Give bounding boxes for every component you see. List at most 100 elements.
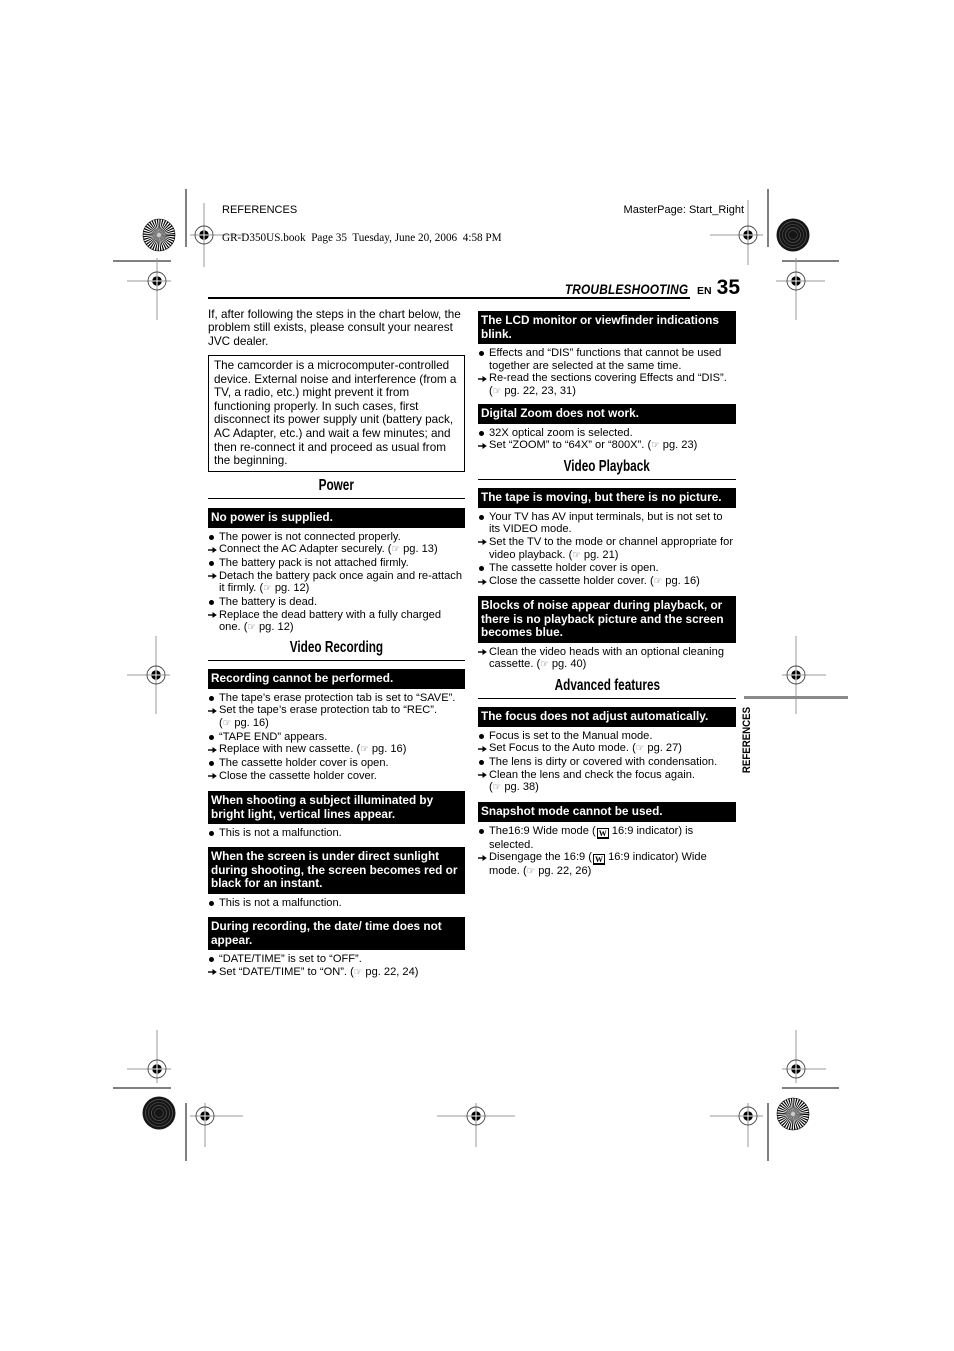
pointing-hand-icon: ☞ <box>492 386 502 398</box>
remedy-item: Connect the AC Adapter securely. ☞ pg. 1… <box>208 543 465 557</box>
section-heading-text: Advanced features <box>554 677 660 694</box>
page-reference[interactable]: ☞ pg. 16 <box>357 743 407 755</box>
pointing-hand-icon: ☞ <box>353 966 363 978</box>
header-master-page: MasterPage: Start_Right <box>623 204 744 216</box>
side-tab-label[interactable]: REFERENCES <box>741 707 753 773</box>
page-reference[interactable]: ☞ pg. 40 <box>537 658 587 670</box>
crosshair-target-icon <box>738 225 758 245</box>
page-reference-text[interactable]: pg. 13 <box>403 543 434 555</box>
page-reference-text[interactable]: pg. 12 <box>275 582 306 594</box>
solution-list: Focus is set to the Manual mode. Set Foc… <box>478 730 736 796</box>
solution-list: 32X optical zoom is selected. Set “ZOOM”… <box>478 427 736 453</box>
remedy-item: Clean the video heads with an optional c… <box>478 646 736 672</box>
bullet-icon <box>479 514 484 520</box>
remedy-text: Detach the battery pack once again and r… <box>219 569 462 595</box>
bullet-icon <box>209 600 214 606</box>
page-reference-text[interactable]: pg. 16 <box>234 717 265 729</box>
cause-text: The battery pack is not attached firmly. <box>219 556 409 569</box>
page-reference[interactable]: ☞ pg. 13 <box>388 543 438 555</box>
problem-title: No power is supplied. <box>208 508 465 528</box>
notice-box: The camcorder is a microcomputer-control… <box>208 355 465 472</box>
crosshair-target-icon <box>786 271 806 291</box>
page-reference[interactable]: ☞ pg. 21 <box>569 549 619 561</box>
page-reference-text[interactable]: pg. 38 <box>504 781 535 793</box>
remedy-item: Set Focus to the Auto mode. ☞ pg. 27 <box>478 742 736 756</box>
arrow-icon <box>478 578 487 586</box>
solution-list: This is not a malfunction. <box>208 827 465 840</box>
remedy-text: Clean the lens and check the focus again… <box>489 768 695 781</box>
section-heading-power: Power <box>208 476 465 499</box>
cause-text: Focus is set to the Manual mode. <box>489 729 653 742</box>
cause-item: The battery pack is not attached firmly. <box>208 557 465 570</box>
cause-text: This is not a malfunction. <box>219 827 342 839</box>
page-reference-text[interactable]: pg. 40 <box>552 658 583 670</box>
problem-vertical-lines: When shooting a subject illuminated by b… <box>208 791 465 840</box>
print-registration-marks <box>113 189 839 1161</box>
bullet-icon <box>479 430 484 436</box>
page-reference-text[interactable]: pg. 22, 23, 31 <box>504 385 572 397</box>
bullet-icon <box>209 900 214 906</box>
page-reference[interactable]: ☞ pg. 16 <box>219 717 269 729</box>
page-reference-text[interactable]: pg. 23 <box>663 439 694 451</box>
pointing-hand-icon: ☞ <box>526 866 536 878</box>
cause-text: The power is not connected properly. <box>219 530 401 543</box>
crosshair-target-icon <box>786 665 806 685</box>
page-reference-text[interactable]: pg. 21 <box>584 549 615 561</box>
pointing-hand-icon: ☞ <box>360 744 369 756</box>
problem-title: The focus does not adjust automatically. <box>478 707 736 727</box>
starburst-target-icon <box>143 219 175 251</box>
page-reference[interactable]: ☞ pg. 22, 23, 31 <box>489 385 576 397</box>
page-reference[interactable]: ☞ pg. 23 <box>647 439 697 451</box>
solution-list: The16:9 Wide mode (W 16:9 indicator) is … <box>478 825 736 879</box>
cause-item: The battery is dead. <box>208 596 465 609</box>
header-rule <box>208 297 690 299</box>
side-tab-bar <box>744 696 848 699</box>
pointing-hand-icon: ☞ <box>651 440 660 452</box>
cause-text: This is not a malfunction. <box>219 896 342 909</box>
remedy-item: Set the TV to the mode or channel approp… <box>478 536 736 562</box>
page-reference[interactable]: ☞ pg. 22, 24 <box>350 966 418 978</box>
page-reference-text[interactable]: pg. 22, 26 <box>538 865 587 877</box>
crosshair-target-icon <box>738 1106 758 1126</box>
crosshair-target-icon <box>194 225 214 245</box>
page-reference-text[interactable]: pg. 16 <box>665 575 696 587</box>
remedy-text: Replace with new cassette. <box>219 743 354 756</box>
language-code: EN <box>697 285 712 297</box>
crosshair-target-icon <box>147 1059 167 1079</box>
bullet-icon <box>479 566 484 572</box>
problem-snapshot: Snapshot mode cannot be used. The16:9 Wi… <box>478 802 736 879</box>
page-reference[interactable]: ☞ pg. 12 <box>259 582 309 594</box>
problem-title: When the screen is under direct sunlight… <box>208 847 465 894</box>
page-reference-text[interactable]: pg. 27 <box>647 742 678 754</box>
page-number: 35 <box>716 276 740 299</box>
page-reference-text[interactable]: pg. 12 <box>259 621 290 633</box>
bullet-icon <box>209 695 214 701</box>
section-heading-text: Power <box>318 477 355 494</box>
problem-title: Digital Zoom does not work. <box>478 404 736 424</box>
solution-list: Your TV has AV input terminals, but is n… <box>478 511 736 589</box>
cause-text: Effects and “DIS” functions that cannot … <box>489 347 722 372</box>
page-reference[interactable]: ☞ pg. 27 <box>632 742 682 754</box>
pointing-hand-icon: ☞ <box>492 782 502 794</box>
bullet-icon <box>209 534 214 540</box>
arrow-icon <box>208 546 217 554</box>
page-reference-text[interactable]: pg. 16 <box>372 743 403 755</box>
page-reference-text[interactable]: pg. 22, 24 <box>365 966 414 978</box>
remedy-item: Set “DATE/TIME” to “ON”. ☞ pg. 22, 24 <box>208 966 465 980</box>
cause-item: This is not a malfunction. <box>208 897 465 910</box>
cause-item: Effects and “DIS” functions that cannot … <box>478 347 736 372</box>
cause-text: “DATE/TIME” is set to “OFF”. <box>219 953 362 965</box>
header-section-label: REFERENCES <box>222 204 298 216</box>
page-reference[interactable]: ☞ pg. 16 <box>650 575 700 587</box>
page-reference[interactable]: ☞ pg. 22, 26 <box>523 865 591 877</box>
cause-item: The cassette holder cover is open. <box>478 562 736 575</box>
cause-text: Your TV has AV input terminals, but is n… <box>489 510 723 536</box>
remedy-text: Disengage the 16:9 ( <box>489 851 592 864</box>
bullet-icon <box>209 761 214 767</box>
page-reference[interactable]: ☞ pg. 12 <box>244 621 294 633</box>
crosshair-target-icon <box>146 665 166 685</box>
problem-indications-blink: The LCD monitor or viewfinder indication… <box>478 311 736 399</box>
arrow-icon <box>478 771 487 779</box>
page-reference[interactable]: ☞ pg. 38 <box>489 781 539 793</box>
bullet-icon <box>209 560 214 566</box>
